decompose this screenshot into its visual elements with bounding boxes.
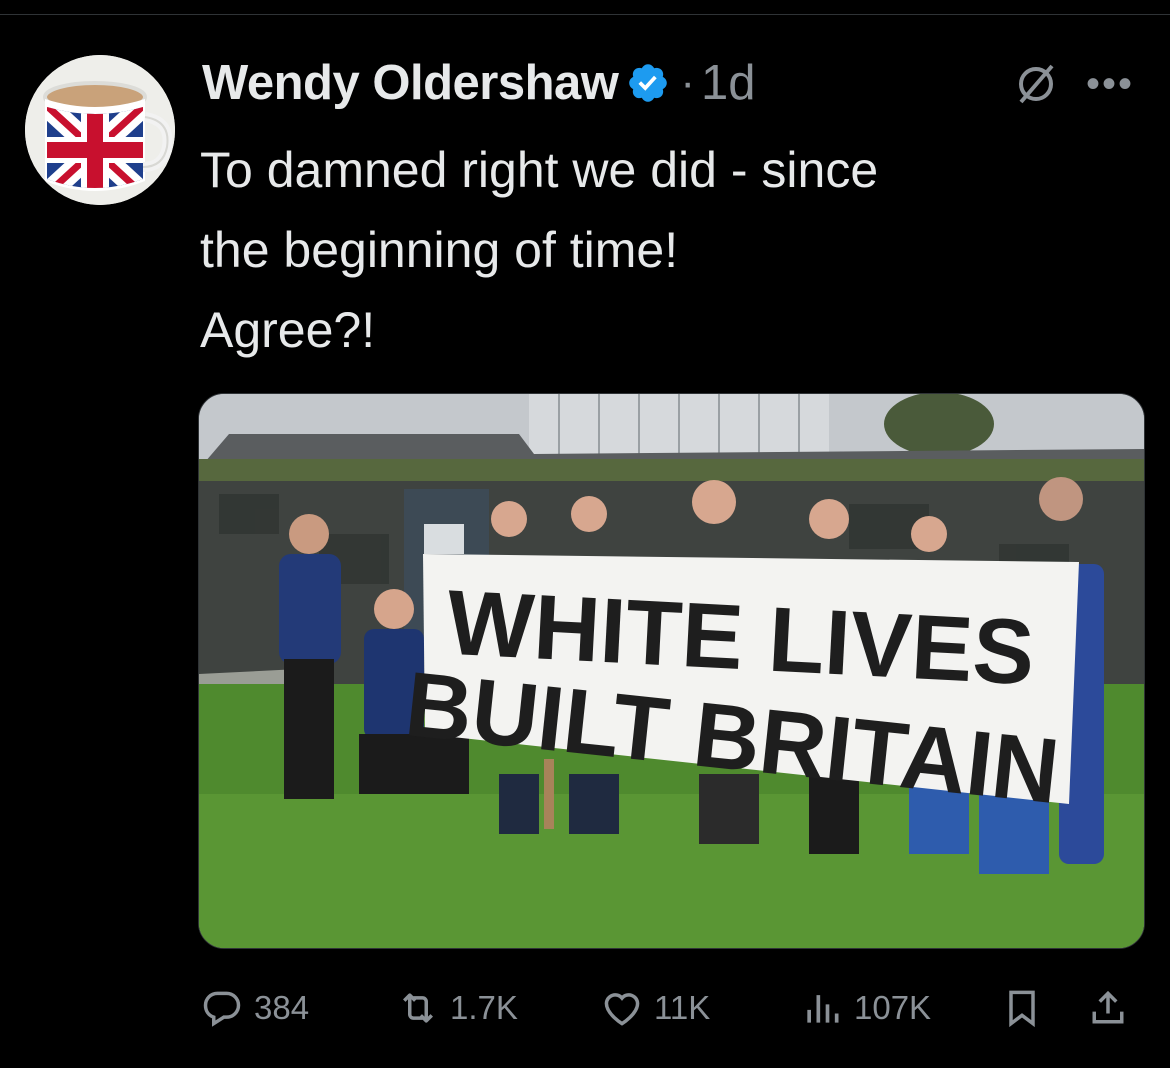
views-count: 107K (854, 989, 932, 1026)
more-icon[interactable]: ••• (1086, 62, 1134, 107)
avatar[interactable] (25, 55, 175, 205)
share-icon (1092, 990, 1124, 1024)
reply-button[interactable]: 384 (200, 980, 309, 1036)
tweet-text-line: To damned right we did - since (200, 142, 879, 198)
grok-icon[interactable] (1012, 60, 1060, 108)
tweet-text-line: Agree?! (200, 302, 376, 358)
heart-icon (604, 993, 640, 1026)
tweet-text-line: the beginning of time! (200, 222, 679, 278)
repost-count: 1.7K (450, 989, 518, 1026)
repost-icon (403, 993, 433, 1023)
bookmark-button[interactable] (1000, 980, 1044, 1036)
views-button[interactable]: 107K (800, 980, 931, 1036)
repost-button[interactable]: 1.7K (396, 980, 518, 1036)
like-button[interactable]: 11K (600, 980, 710, 1036)
bookmark-icon (1009, 990, 1035, 1028)
like-count: 11K (654, 989, 711, 1026)
reply-icon (203, 991, 241, 1027)
photo: WHITE LIVES BUILT BRITAIN (199, 394, 1144, 948)
tweet-image[interactable]: WHITE LIVES BUILT BRITAIN (198, 393, 1145, 949)
timestamp[interactable]: 1d (701, 55, 756, 111)
verified-badge-icon[interactable] (626, 61, 670, 105)
top-divider (0, 14, 1170, 15)
reply-count: 384 (254, 989, 310, 1026)
author-name[interactable]: Wendy Oldershaw (202, 55, 619, 111)
separator: · (680, 58, 696, 107)
tweet-text: To damned right we did - since the begin… (200, 130, 1130, 370)
views-icon (807, 995, 839, 1023)
tweet-header: Wendy Oldershaw · 1d (202, 48, 756, 118)
union-jack-mug-icon (25, 55, 175, 205)
action-bar: 384 1.7K 11K 107K (200, 980, 1145, 1040)
share-button[interactable] (1086, 980, 1130, 1036)
